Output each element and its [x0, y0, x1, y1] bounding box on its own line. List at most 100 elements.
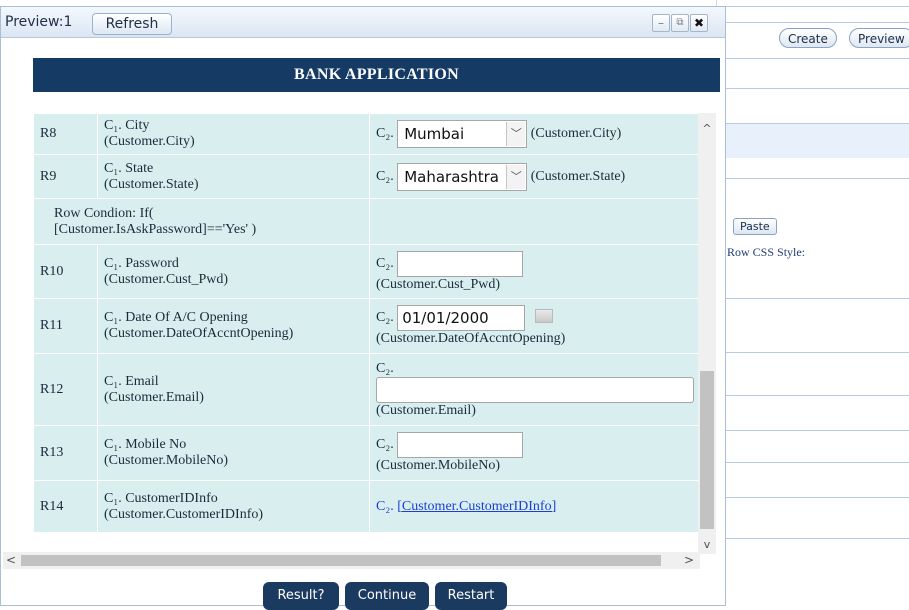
c2-cell: C₂. Maharashtra ﹀ (Customer.State) [369, 154, 698, 199]
scroll-up-icon[interactable]: ^ [698, 121, 716, 137]
c2-prefix: C₂. [376, 310, 394, 326]
row-condition-line2: [Customer.IsAskPassword]=='Yes' ) [54, 221, 257, 237]
c2-field: (Customer.Email) [376, 402, 476, 418]
panel-divider [717, 462, 909, 463]
c1-cell: C₁. City (Customer.City) [97, 113, 370, 155]
c2-field: (Customer.Cust_Pwd) [376, 276, 501, 292]
c2-prefix: C₂. [376, 437, 394, 453]
table-row: R8 C₁. City (Customer.City) C₂. Mumbai ﹀… [33, 113, 698, 155]
customer-id-info-link[interactable]: [Customer.CustomerIDInfo] [397, 499, 556, 514]
row-css-style-label: Row CSS Style: [727, 245, 806, 259]
c1-field: (Customer.State) [104, 176, 199, 192]
c2-cell: C₂. (Customer.MobileNo) [369, 425, 698, 481]
panel-divider [717, 395, 909, 396]
window-title: Preview:1 [5, 14, 73, 30]
table-row: R9 C₁. State (Customer.State) C₂. Mahara… [33, 154, 698, 199]
c2-field: (Customer.State) [530, 168, 626, 184]
row-number: R9 [33, 154, 98, 199]
panel-divider [717, 88, 909, 89]
c1-cell: C₁. Email (Customer.Email) [97, 353, 370, 426]
preview-window: Preview:1 Refresh – ⧉ ✖ BANK APPLICATION… [0, 6, 726, 610]
create-button[interactable]: Create [779, 28, 837, 48]
row-number: R13 [33, 425, 98, 481]
c2-prefix: C₂. [376, 498, 394, 514]
row-condition-line1: Row Condion: If( [54, 205, 154, 221]
scroll-down-icon[interactable]: v [698, 537, 716, 553]
c1-label: C₁. CustomerIDInfo [104, 490, 218, 506]
c1-cell: C₁. CustomerIDInfo (Customer.CustomerIDI… [97, 480, 370, 533]
c1-cell: C₁. Mobile No (Customer.MobileNo) [97, 425, 370, 481]
row-number: R11 [33, 298, 98, 354]
table-row: R14 C₁. CustomerIDInfo (Customer.Custome… [33, 480, 698, 533]
preview-button[interactable]: Preview [849, 28, 909, 48]
state-select-value: Maharashtra [404, 167, 499, 186]
c1-label: C₁. Password [104, 255, 179, 271]
row-number: R14 [33, 480, 98, 533]
c2-field: (Customer.MobileNo) [376, 458, 501, 473]
row-number: R10 [33, 244, 98, 299]
c1-label: C₁. Email [104, 373, 159, 389]
panel-divider [717, 6, 909, 7]
horizontal-scroll-thumb[interactable] [21, 555, 661, 566]
row-number: R12 [33, 353, 98, 426]
form-table: R8 C₁. City (Customer.City) C₂. Mumbai ﹀… [33, 113, 698, 533]
panel-divider [717, 58, 909, 59]
c1-field: (Customer.Email) [104, 389, 204, 405]
panel-divider [717, 123, 909, 124]
vertical-scrollbar[interactable]: ^ v [698, 113, 716, 554]
preview-titlebar: Preview:1 Refresh – ⧉ ✖ [1, 7, 725, 38]
c2-cell: C₂. Mumbai ﹀ (Customer.City) [369, 113, 698, 155]
password-input[interactable] [397, 250, 524, 277]
refresh-button[interactable]: Refresh [92, 13, 172, 35]
c2-field: (Customer.City) [530, 126, 622, 142]
panel-divider [717, 430, 909, 431]
table-row-condition: Row Condion: If( [Customer.IsAskPassword… [33, 198, 698, 245]
close-icon[interactable]: ✖ [690, 14, 708, 32]
c1-field: (Customer.DateOfAccntOpening) [104, 326, 294, 341]
c1-cell: C₁. Password (Customer.Cust_Pwd) [97, 244, 370, 299]
table-row: R10 C₁. Password (Customer.Cust_Pwd) C₂.… [33, 244, 698, 299]
popout-icon[interactable]: ⧉ [671, 14, 689, 32]
c2-prefix: C₂. [376, 360, 394, 376]
email-input[interactable] [376, 376, 694, 403]
c1-field: (Customer.MobileNo) [104, 453, 229, 468]
state-select[interactable]: Maharashtra ﹀ [397, 162, 528, 191]
c1-field: (Customer.City) [104, 134, 195, 149]
c2-prefix: C₂. [376, 168, 394, 184]
c1-cell: C₁. Date Of A/C Opening (Customer.DateOf… [97, 298, 370, 354]
scroll-right-icon[interactable]: > [681, 552, 697, 569]
paste-button[interactable]: Paste [733, 218, 777, 235]
c2-cell: C₂. [Customer.CustomerIDInfo] [369, 480, 698, 533]
c2-cell: C₂. 01/01/2000 (Customer.DateOfAccntOpen… [369, 298, 698, 354]
horizontal-scrollbar[interactable]: < > [3, 552, 700, 569]
c2-prefix: C₂. [376, 126, 394, 142]
mobile-input[interactable] [397, 432, 524, 458]
c2-field: (Customer.DateOfAccntOpening) [376, 331, 566, 346]
minimize-icon[interactable]: – [652, 14, 670, 32]
city-select[interactable]: Mumbai ﹀ [397, 120, 528, 148]
chevron-down-icon[interactable]: ﹀ [506, 164, 526, 189]
c2-prefix: C₂. [376, 255, 394, 271]
row-condition-cell: Row Condion: If( [Customer.IsAskPassword… [33, 198, 370, 245]
empty-cell [369, 198, 698, 245]
scroll-left-icon[interactable]: < [3, 552, 19, 569]
c1-label: C₁. Date Of A/C Opening [104, 310, 248, 325]
c1-field: (Customer.CustomerIDInfo) [104, 506, 264, 522]
panel-divider [717, 497, 909, 498]
calendar-icon[interactable] [534, 309, 553, 323]
table-row: R11 C₁. Date Of A/C Opening (Customer.Da… [33, 298, 698, 354]
c1-label: C₁. State [104, 160, 154, 176]
panel-divider [717, 178, 909, 179]
designer-side-panel: Create Preview Paste Row CSS Style: [716, 0, 909, 606]
c1-label: C₁. City [104, 118, 150, 133]
chevron-down-icon[interactable]: ﹀ [506, 122, 526, 146]
c2-cell: C₂. (Customer.Email) [369, 353, 698, 426]
vertical-scroll-thumb[interactable] [700, 371, 714, 529]
form-table-viewport: R8 C₁. City (Customer.City) C₂. Mumbai ﹀… [33, 113, 698, 544]
c2-cell: C₂. (Customer.Cust_Pwd) [369, 244, 698, 299]
city-select-value: Mumbai [404, 125, 465, 143]
panel-band [717, 124, 909, 158]
c1-field: (Customer.Cust_Pwd) [104, 271, 229, 287]
date-input[interactable]: 01/01/2000 [397, 305, 526, 331]
panel-divider [717, 298, 909, 299]
